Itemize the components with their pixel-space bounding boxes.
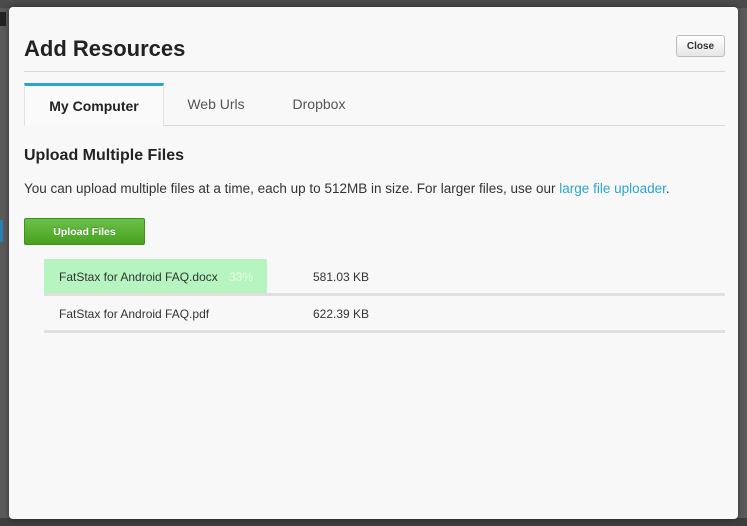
- file-row: FatStax for Android FAQ.docx 33% 581.03 …: [44, 259, 725, 296]
- file-name: FatStax for Android FAQ.docx: [59, 270, 218, 284]
- tab-dropbox[interactable]: Dropbox: [276, 83, 362, 125]
- upload-progress-label: 33%: [229, 270, 254, 284]
- tab-bar: My Computer Web Urls Dropbox: [24, 83, 725, 126]
- tab-my-computer[interactable]: My Computer: [24, 83, 164, 126]
- large-file-uploader-link[interactable]: large file uploader: [559, 181, 666, 196]
- upload-heading: Upload Multiple Files: [24, 147, 185, 164]
- modal-header: Add Resources Close: [24, 7, 725, 72]
- description-text: You can upload multiple files at a time,…: [24, 181, 560, 196]
- description-end: .: [665, 181, 670, 196]
- file-list: FatStax for Android FAQ.docx 33% 581.03 …: [44, 259, 725, 333]
- close-button[interactable]: Close: [676, 35, 725, 57]
- file-name: FatStax for Android FAQ.pdf: [59, 307, 210, 321]
- backdrop-fragment: [0, 220, 3, 242]
- upload-description: You can upload multiple files at a time,…: [24, 181, 724, 196]
- backdrop-fragment: [0, 12, 6, 26]
- tab-web-urls[interactable]: Web Urls: [171, 83, 261, 125]
- file-size: 581.03 KB: [313, 270, 370, 284]
- file-size: 622.39 KB: [313, 307, 370, 321]
- file-row: FatStax for Android FAQ.pdf 622.39 KB: [44, 296, 725, 333]
- upload-files-button[interactable]: Upload Files: [24, 218, 145, 245]
- backdrop-bottom: [0, 518, 747, 526]
- add-resources-modal: Add Resources Close My Computer Web Urls…: [9, 7, 738, 519]
- modal-title: Add Resources: [24, 36, 186, 61]
